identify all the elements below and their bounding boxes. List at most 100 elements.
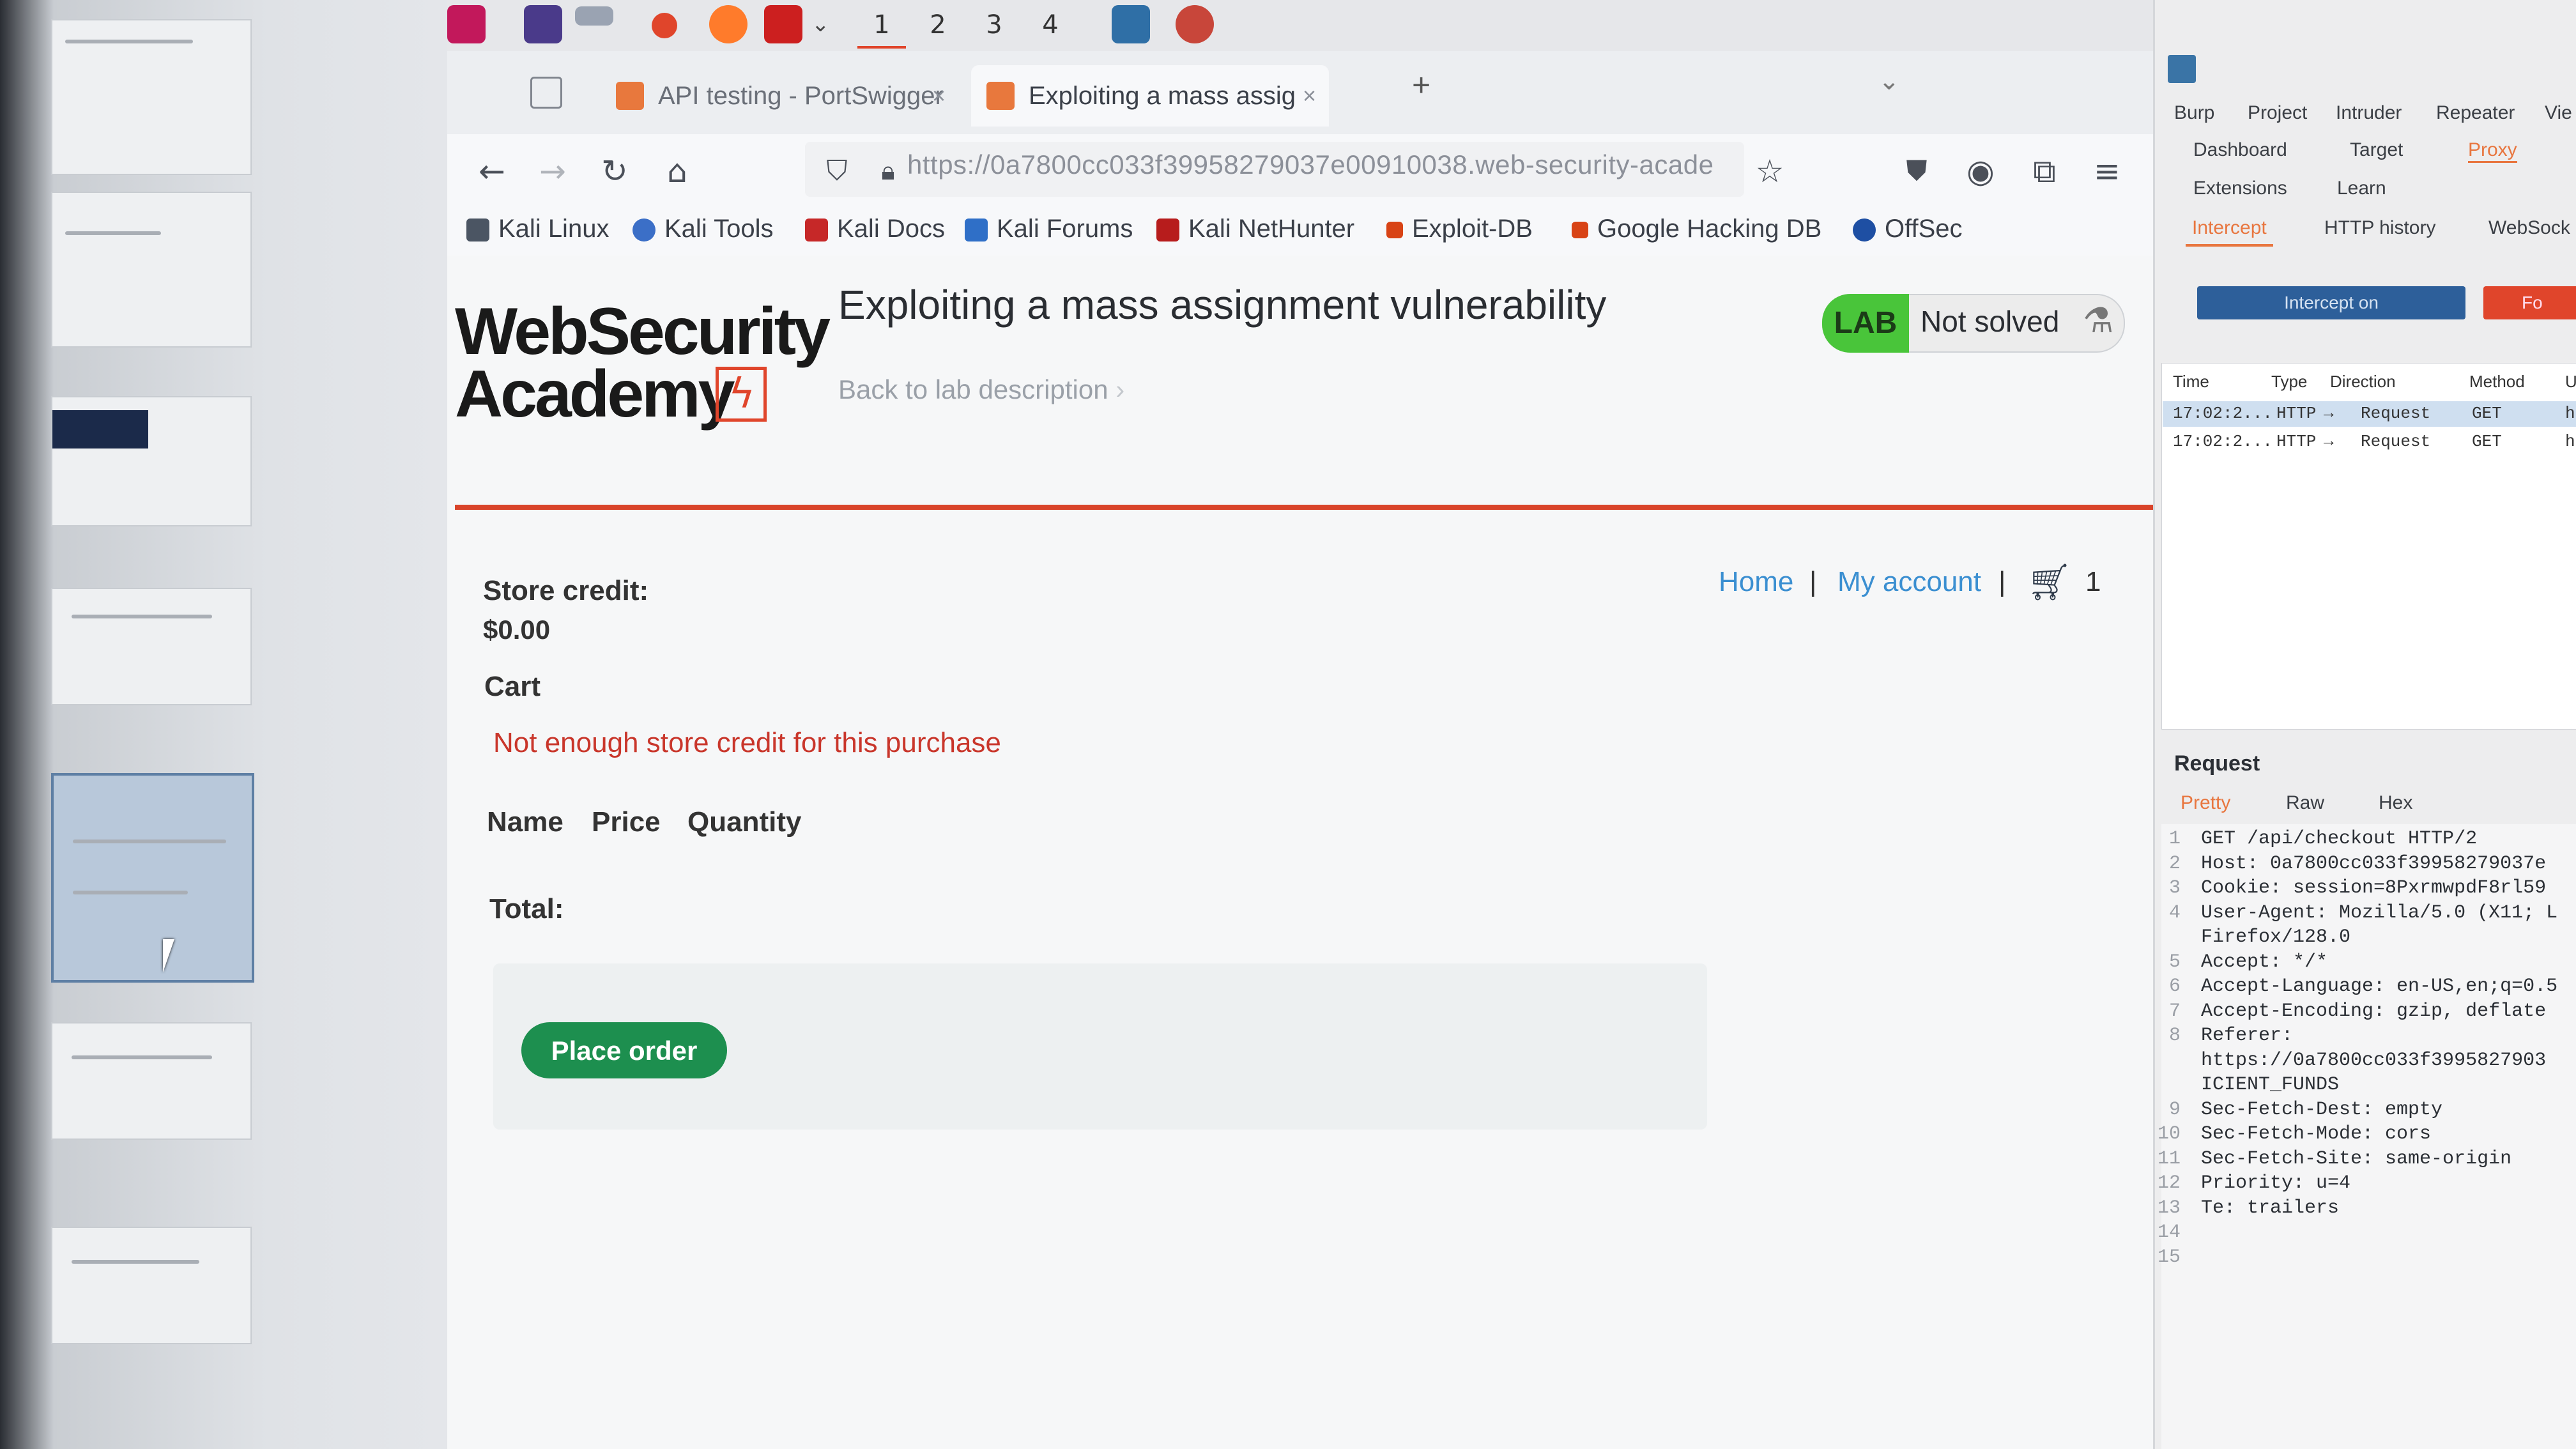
ghdb-icon	[1572, 222, 1588, 239]
tab-http-history[interactable]: HTTP history	[2324, 217, 2435, 239]
request-line: ICIENT_FUNDS	[2201, 1074, 2340, 1096]
workspace-thumbnail[interactable]	[51, 1022, 252, 1140]
nethunter-icon	[1156, 218, 1179, 242]
kali-menu-icon[interactable]	[447, 5, 486, 43]
workspace-thumbnail[interactable]	[51, 396, 252, 526]
request-line: Accept-Language: en-US,en;q=0.5	[2201, 976, 2558, 997]
burp-logo-icon	[2168, 55, 2196, 83]
extensions-icon[interactable]: ⧉	[2025, 152, 2064, 190]
burp-app-icon[interactable]	[1112, 5, 1150, 43]
terminal-app-icon[interactable]	[524, 5, 562, 43]
home-link[interactable]: Home	[1719, 566, 1793, 598]
table-row[interactable]: 17:02:2... HTTP → Request GET ht	[2163, 401, 2576, 427]
url-text[interactable]: https://0a7800cc033f39958279037e00910038…	[907, 150, 1713, 180]
menu-burp[interactable]: Burp	[2174, 102, 2214, 124]
tab-learn[interactable]: Learn	[2337, 178, 2386, 199]
header-url[interactable]: U	[2565, 372, 2576, 392]
request-line: Priority: u=4	[2201, 1172, 2351, 1194]
place-order-button[interactable]: Place order	[521, 1022, 727, 1078]
menu-icon[interactable]: ≡	[2088, 152, 2126, 190]
tab-exploiting[interactable]: Exploiting a mass assig ×	[971, 65, 1329, 126]
request-line: Sec-Fetch-Dest: empty	[2201, 1098, 2443, 1121]
cart-icon[interactable]: 🛒︎	[2027, 561, 2072, 603]
tab-list-icon[interactable]	[530, 77, 562, 109]
request-line: Host: 0a7800cc033f39958279037e	[2201, 852, 2547, 875]
tab-target[interactable]: Target	[2350, 139, 2403, 161]
workspace-3[interactable]: 3	[970, 4, 1018, 46]
close-icon[interactable]: ×	[932, 65, 946, 126]
request-line: Sec-Fetch-Site: same-origin	[2201, 1147, 2512, 1170]
lightning-icon: ϟ	[728, 371, 756, 418]
workspace-1[interactable]: 1	[857, 4, 906, 49]
table-row[interactable]: 17:02:2... HTTP → Request GET ht	[2163, 429, 2576, 455]
menu-view[interactable]: Vie	[2545, 102, 2572, 124]
tab-extensions[interactable]: Extensions	[2193, 178, 2287, 199]
menu-project[interactable]: Project	[2248, 102, 2307, 124]
back-to-lab-link[interactable]: Back to lab description ›	[838, 374, 1124, 405]
close-icon[interactable]: ×	[1303, 65, 1316, 126]
bookmark-kali-nethunter[interactable]: Kali NetHunter	[1156, 211, 1354, 247]
forward-arrow-icon[interactable]: →	[533, 152, 572, 190]
offsec-icon	[1853, 218, 1876, 242]
tab-dashboard[interactable]: Dashboard	[2193, 139, 2287, 161]
tab-hex[interactable]: Hex	[2379, 792, 2412, 814]
history-header: Time Type Direction Method U	[2163, 369, 2576, 395]
shield-icon[interactable]: ⛉	[818, 152, 856, 190]
my-account-link[interactable]: My account	[1837, 566, 1981, 598]
firefox-icon[interactable]	[709, 5, 747, 43]
workspace-2[interactable]: 2	[914, 4, 962, 46]
tab-intercept[interactable]: Intercept	[2186, 217, 2273, 247]
app-icon[interactable]	[764, 5, 802, 43]
workspace-thumbnail[interactable]	[51, 19, 252, 175]
header-direction[interactable]: Direction	[2330, 372, 2396, 392]
bookmark-exploit-db[interactable]: Exploit-DB	[1386, 211, 1533, 247]
app-icon[interactable]	[1176, 5, 1214, 43]
star-icon[interactable]: ☆	[1751, 152, 1789, 190]
menu-intruder[interactable]: Intruder	[2336, 102, 2402, 124]
tab-pretty[interactable]: Pretty	[2181, 792, 2230, 814]
chevron-down-icon[interactable]: ⌄	[811, 5, 831, 43]
tab-proxy[interactable]: Proxy	[2468, 139, 2517, 163]
back-arrow-icon[interactable]: ←	[473, 152, 511, 190]
kali-icon	[466, 218, 489, 242]
logo-text[interactable]: Academy	[455, 356, 735, 433]
request-line: https://0a7800cc033f3995827903	[2201, 1049, 2547, 1071]
portswigger-favicon-icon	[986, 82, 1015, 110]
header-type[interactable]: Type	[2271, 372, 2307, 392]
home-icon[interactable]: ⌂	[658, 152, 696, 190]
workspace-thumbnail-active[interactable]	[51, 773, 254, 983]
cell-method: GET	[2472, 432, 2502, 451]
bookmark-google-hacking-db[interactable]: Google Hacking DB	[1572, 211, 1821, 247]
cart-count[interactable]: 1	[2085, 566, 2101, 598]
account-icon[interactable]: ◉	[1961, 152, 2000, 190]
bookmark-kali-docs[interactable]: Kali Docs	[805, 211, 945, 247]
forward-button[interactable]: Fo	[2483, 286, 2576, 319]
header-method[interactable]: Method	[2469, 372, 2525, 392]
new-tab-button[interactable]: +	[1412, 66, 1430, 103]
bookmark-offsec[interactable]: OffSec	[1853, 211, 1963, 247]
cart-heading: Cart	[484, 671, 541, 702]
bookmark-kali-tools[interactable]: Kali Tools	[632, 211, 773, 247]
bookmark-kali-linux[interactable]: Kali Linux	[466, 211, 609, 247]
workspace-thumbnail[interactable]	[51, 1227, 252, 1344]
tab-websockets[interactable]: WebSock	[2488, 217, 2570, 239]
column-header-name: Name	[487, 806, 564, 838]
workspace-thumbnail[interactable]	[51, 192, 252, 348]
files-app-icon[interactable]	[575, 6, 613, 26]
intercept-toggle-button[interactable]: Intercept on	[2197, 286, 2465, 319]
workspace-4[interactable]: 4	[1026, 4, 1075, 46]
cell-url: ht	[2565, 404, 2576, 423]
menu-repeater[interactable]: Repeater	[2436, 102, 2515, 124]
pocket-icon[interactable]: ⛊	[1897, 152, 1936, 190]
tab-api-testing[interactable]: API testing - PortSwigger ×	[601, 65, 958, 126]
app-icon[interactable]	[652, 13, 677, 38]
cell-time: 17:02:2...	[2173, 404, 2273, 423]
workspace-thumbnail[interactable]	[51, 588, 252, 705]
reload-icon[interactable]: ↻	[595, 152, 634, 190]
line-number: 7	[2168, 1000, 2181, 1022]
tab-raw[interactable]: Raw	[2286, 792, 2324, 814]
header-time[interactable]: Time	[2173, 372, 2209, 392]
chevron-down-icon[interactable]: ⌄	[1878, 66, 1900, 96]
workspace-switcher	[0, 0, 447, 1449]
bookmark-kali-forums[interactable]: Kali Forums	[965, 211, 1133, 247]
